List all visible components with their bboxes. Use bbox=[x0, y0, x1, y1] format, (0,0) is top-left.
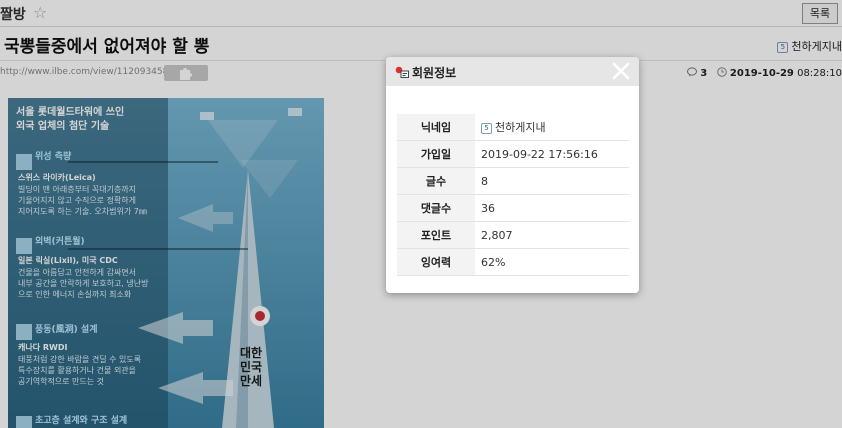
row-value: 2,807 bbox=[475, 221, 629, 249]
member-icon bbox=[395, 66, 409, 78]
table-row: 댓글수 36 bbox=[397, 194, 629, 222]
row-value: 62% bbox=[475, 248, 629, 276]
table-row: 가입일 2019-09-22 17:56:16 bbox=[397, 140, 629, 168]
row-value: 8 bbox=[475, 167, 629, 195]
modal-header: 회원정보 bbox=[386, 57, 639, 86]
close-icon[interactable] bbox=[611, 61, 631, 81]
table-row: 닉네임 5 천하게지내 bbox=[397, 114, 629, 141]
table-row: 글수 8 bbox=[397, 167, 629, 195]
row-value: 36 bbox=[475, 194, 629, 222]
row-label: 잉여력 bbox=[397, 248, 475, 276]
row-value: 2019-09-22 17:56:16 bbox=[475, 140, 629, 168]
member-info-table: 닉네임 5 천하게지내 가입일 2019-09-22 17:56:16 글수 8 … bbox=[397, 114, 629, 276]
nickname-text[interactable]: 천하게지내 bbox=[495, 121, 546, 134]
row-label: 포인트 bbox=[397, 221, 475, 249]
level-badge-icon: 5 bbox=[481, 123, 492, 134]
row-label: 가입일 bbox=[397, 140, 475, 168]
table-row: 포인트 2,807 bbox=[397, 221, 629, 249]
table-row: 잉여력 62% bbox=[397, 248, 629, 276]
row-label: 닉네임 bbox=[397, 114, 475, 141]
post-view-page: 짤방 ☆ 목록 국뽕들중에서 없어져야 할 뽕 5 천하게지내 http://ww… bbox=[0, 0, 842, 428]
row-label: 댓글수 bbox=[397, 194, 475, 222]
member-info-modal: 회원정보 닉네임 5 천하게지내 가입일 2019-09-22 17:56:16 … bbox=[386, 57, 639, 293]
row-label: 글수 bbox=[397, 167, 475, 195]
nickname-value[interactable]: 5 천하게지내 bbox=[475, 114, 629, 141]
modal-title: 회원정보 bbox=[412, 66, 457, 80]
